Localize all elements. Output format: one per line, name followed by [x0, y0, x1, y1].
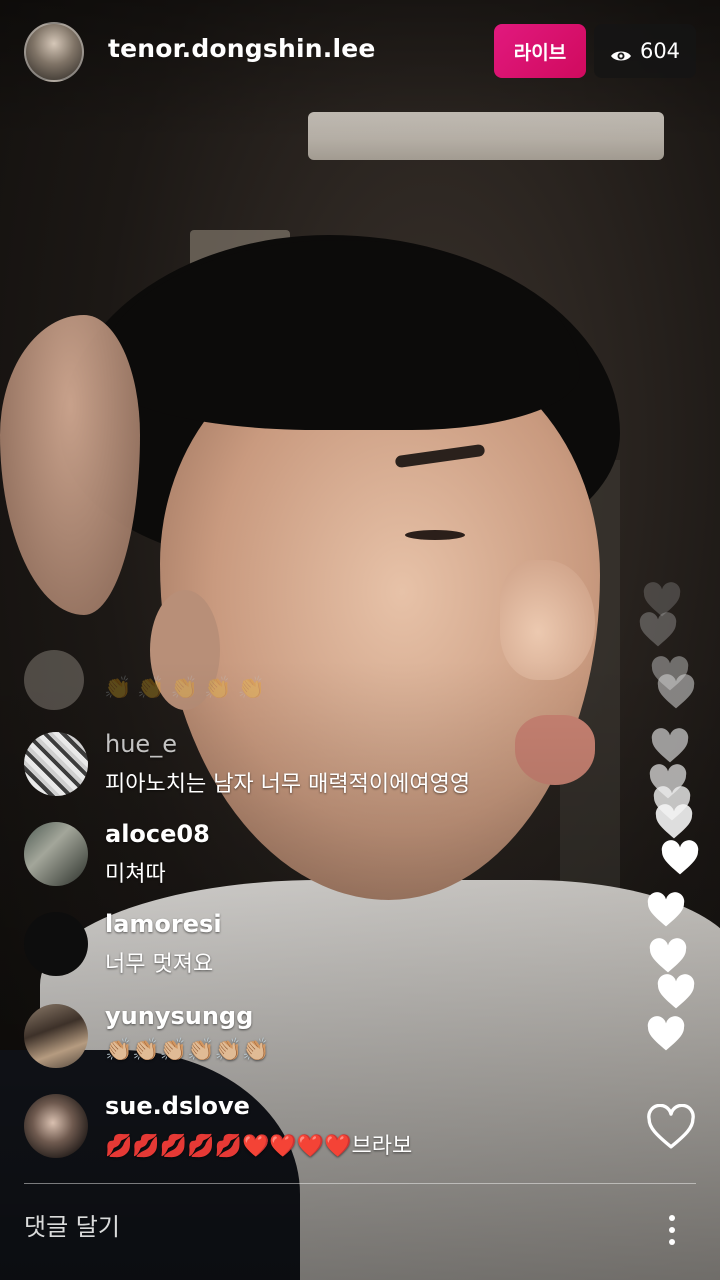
heart-icon	[650, 728, 690, 764]
comment-text: 👏🏼👏🏼👏🏼👏🏼👏🏼👏🏼	[105, 1038, 270, 1063]
avatar[interactable]	[24, 1004, 88, 1068]
heart-icon	[660, 840, 700, 876]
host-username[interactable]: tenor.dongshin.lee	[108, 34, 376, 63]
comment-text: 미쳐따	[105, 862, 166, 887]
heart-icon	[648, 938, 688, 974]
heart-icon	[646, 892, 686, 928]
comment-row: hue_e 피아노치는 남자 너무 매력적이에여영영	[24, 730, 624, 798]
comment-input[interactable]: 댓글 달기	[24, 1202, 584, 1252]
comment-text: 피아노치는 남자 너무 매력적이에여영영	[105, 772, 471, 797]
heart-icon	[654, 804, 694, 840]
eye-icon	[610, 44, 632, 61]
live-badge: 라이브	[494, 24, 586, 78]
heart-icon	[638, 612, 678, 648]
faded-comment-text: 👏👏👏👏👏	[104, 676, 271, 701]
comment-row: aloce08 미쳐따	[24, 820, 624, 888]
comment-username[interactable]: sue.dslove	[105, 1092, 250, 1120]
live-video-feed	[0, 0, 720, 1280]
avatar[interactable]	[24, 822, 88, 886]
footer-divider	[24, 1183, 696, 1184]
viewer-count-badge[interactable]: 604	[594, 24, 696, 78]
viewer-count: 604	[639, 39, 681, 63]
more-vertical-icon[interactable]	[652, 1206, 692, 1254]
comment-text: 💋💋💋💋💋❤️❤️❤️❤️브라보	[105, 1134, 413, 1159]
comment-text: 너무 멋져요	[105, 952, 214, 977]
faded-comment: 👏👏👏👏👏	[24, 650, 324, 710]
host-avatar[interactable]	[24, 22, 84, 82]
comment-row: lamoresi 너무 멋져요	[24, 910, 624, 978]
live-header: tenor.dongshin.lee 라이브 604	[0, 0, 720, 100]
heart-outline-icon[interactable]	[646, 1103, 696, 1152]
comment-username[interactable]: aloce08	[105, 820, 210, 848]
comment-row: yunysungg 👏🏼👏🏼👏🏼👏🏼👏🏼👏🏼	[24, 1002, 624, 1070]
heart-icon	[656, 974, 696, 1010]
avatar[interactable]	[24, 1094, 88, 1158]
comment-row: sue.dslove 💋💋💋💋💋❤️❤️❤️❤️브라보	[24, 1092, 624, 1160]
heart-icon	[656, 674, 696, 710]
avatar[interactable]	[24, 912, 88, 976]
avatar	[24, 650, 84, 710]
heart-icon	[646, 1016, 686, 1052]
comment-username[interactable]: hue_e	[105, 730, 177, 758]
comment-username[interactable]: lamoresi	[105, 910, 222, 938]
avatar[interactable]	[24, 732, 88, 796]
comment-username[interactable]: yunysungg	[105, 1002, 253, 1030]
